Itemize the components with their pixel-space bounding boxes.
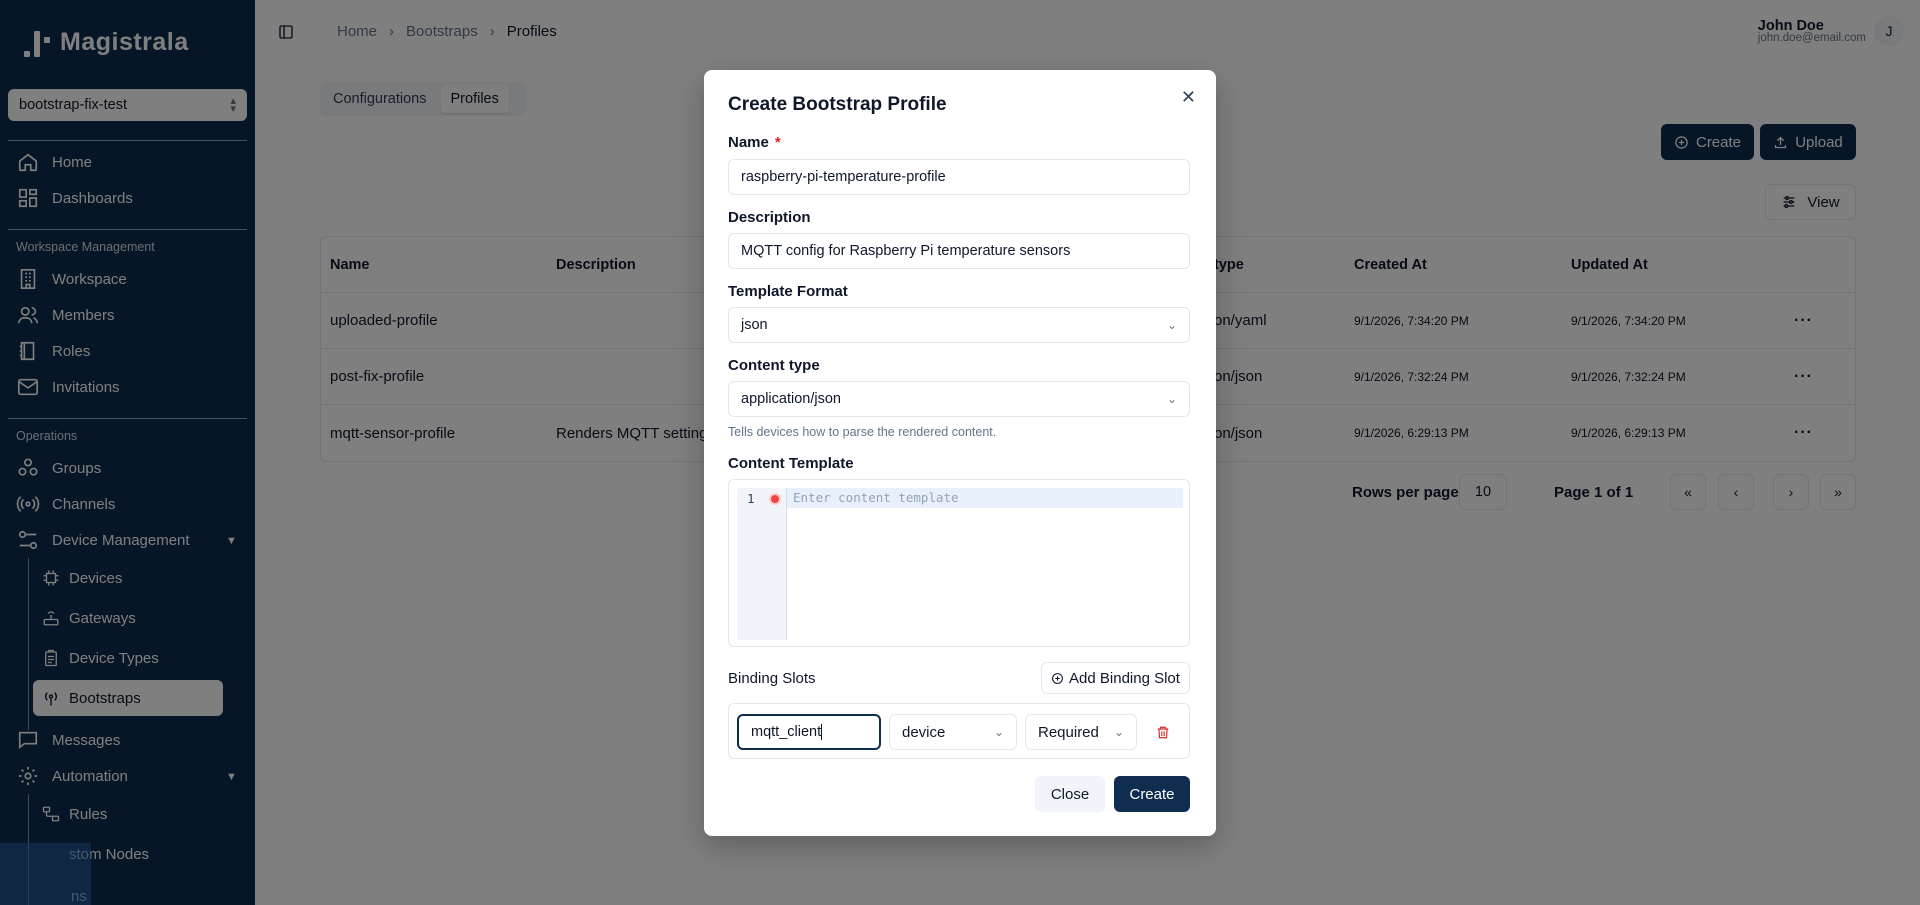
binding-slot-row: mqtt_client device ⌄ Required ⌄ <box>728 703 1190 759</box>
add-binding-slot-button[interactable]: Add Binding Slot <box>1041 662 1190 694</box>
plus-circle-icon <box>1052 672 1063 684</box>
template-format-select[interactable]: json ⌄ <box>728 307 1190 343</box>
content-type-hint: Tells devices how to parse the rendered … <box>728 425 997 439</box>
content-template-label: Content Template <box>728 455 854 472</box>
content-type-select[interactable]: application/json ⌄ <box>728 381 1190 417</box>
binding-requirement-select[interactable]: Required ⌄ <box>1025 714 1137 750</box>
name-input[interactable]: raspberry-pi-temperature-profile <box>728 159 1190 195</box>
name-input-value: raspberry-pi-temperature-profile <box>741 169 946 185</box>
name-label: Name * <box>728 134 781 151</box>
binding-type-select[interactable]: device ⌄ <box>889 714 1017 750</box>
dialog-create-button[interactable]: Create <box>1114 776 1190 812</box>
description-input[interactable]: MQTT config for Raspberry Pi temperature… <box>728 233 1190 269</box>
content-template-editor[interactable]: 1 Enter content template <box>728 479 1190 647</box>
chevron-down-icon: ⌄ <box>1166 392 1177 406</box>
template-format-label: Template Format <box>728 283 848 300</box>
create-bootstrap-profile-dialog: Create Bootstrap Profile ✕ Name * raspber… <box>704 70 1216 836</box>
binding-type-value: device <box>902 723 946 741</box>
trash-icon[interactable] <box>1153 722 1173 742</box>
binding-requirement-value: Required <box>1038 723 1099 741</box>
dialog-title: Create Bootstrap Profile <box>728 94 947 115</box>
add-binding-slot-label: Add Binding Slot <box>1069 669 1180 687</box>
dialog-create-button-label: Create <box>1129 785 1175 803</box>
editor-placeholder: Enter content template <box>793 490 959 505</box>
close-icon[interactable]: ✕ <box>1181 87 1196 108</box>
text-cursor <box>821 724 823 740</box>
description-input-value: MQTT config for Raspberry Pi temperature… <box>741 243 1071 259</box>
description-label: Description <box>728 209 811 226</box>
line-number: 1 <box>747 491 755 506</box>
editor-gutter: 1 <box>737 488 787 640</box>
name-label-text: Name <box>728 134 769 151</box>
close-button[interactable]: Close <box>1035 776 1105 812</box>
content-type-value: application/json <box>741 391 841 407</box>
required-marker: * <box>774 134 781 151</box>
error-marker-icon <box>769 493 781 505</box>
chevron-down-icon: ⌄ <box>1166 318 1177 332</box>
template-format-value: json <box>741 317 768 333</box>
binding-slots-label: Binding Slots <box>728 670 816 687</box>
chevron-down-icon: ⌄ <box>993 725 1004 739</box>
binding-name-value: mqtt_client <box>751 724 822 740</box>
binding-name-input[interactable]: mqtt_client <box>737 714 881 750</box>
chevron-down-icon: ⌄ <box>1113 725 1124 739</box>
content-type-label: Content type <box>728 357 820 374</box>
close-button-label: Close <box>1050 785 1090 803</box>
